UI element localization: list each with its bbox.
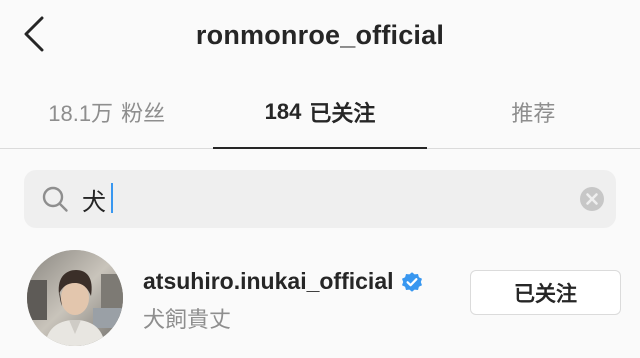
avatar[interactable] [27, 250, 123, 346]
tab-following[interactable]: 184 已关注 [213, 76, 427, 149]
username[interactable]: atsuhiro.inukai_official [143, 268, 394, 295]
full-name: 犬飼貴丈 [143, 307, 232, 332]
tab-followers-label: 粉丝 [121, 101, 166, 126]
tab-bar: 18.1万 粉丝 184 已关注 推荐 [0, 76, 640, 149]
list-item[interactable]: atsuhiro.inukai_official 犬飼貴丈 已关注 [0, 244, 640, 350]
tab-suggested-label: 推荐 [511, 101, 556, 126]
page-title: ronmonroe_official [195, 20, 445, 50]
avatar-photo [27, 250, 123, 346]
following-button[interactable]: 已关注 [470, 270, 621, 315]
verified-badge-icon [401, 271, 422, 292]
text-caret [111, 183, 113, 213]
clear-icon[interactable] [579, 186, 605, 212]
tab-following-count: 184 [264, 99, 302, 124]
tab-followers-count: 18.1万 [48, 101, 114, 126]
tab-followers[interactable]: 18.1万 粉丝 [0, 76, 213, 148]
search-icon [42, 186, 68, 212]
tab-suggested[interactable]: 推荐 [427, 76, 640, 148]
header-bar: ronmonroe_official [0, 0, 640, 76]
search-input[interactable] [82, 178, 562, 220]
tab-following-label: 已关注 [309, 101, 376, 126]
username-line: atsuhiro.inukai_official [143, 268, 424, 295]
